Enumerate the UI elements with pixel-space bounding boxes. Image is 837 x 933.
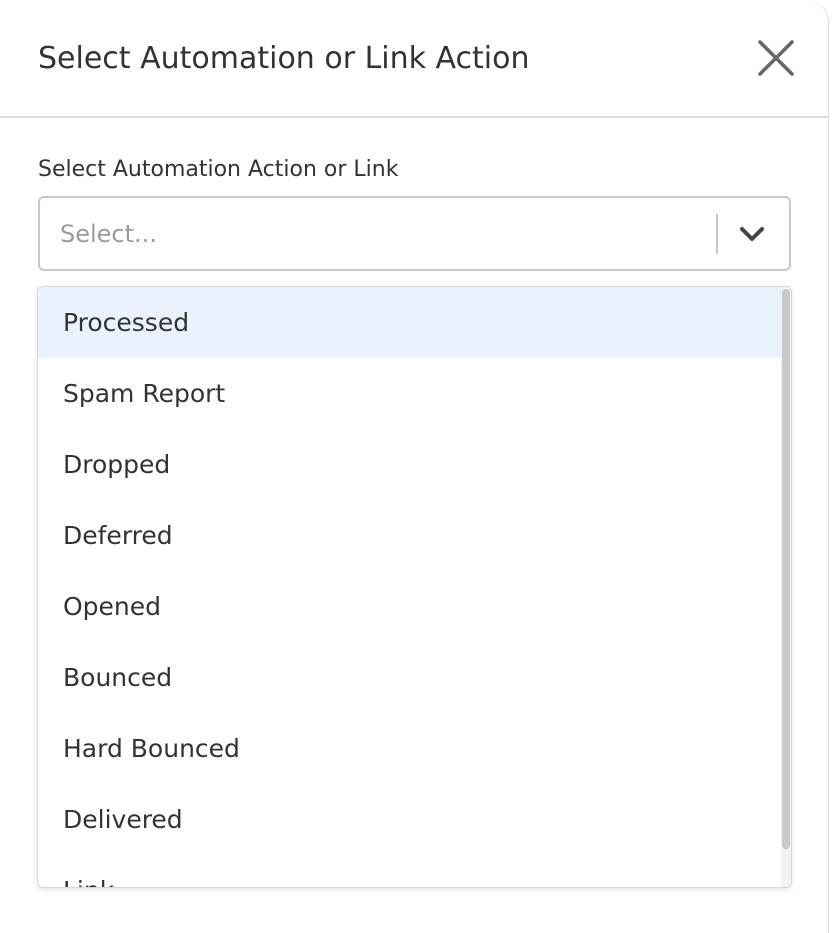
option-link[interactable]: Link (38, 855, 781, 887)
option-deferred[interactable]: Deferred (38, 500, 781, 571)
close-icon (758, 40, 794, 76)
chevron-down-icon (740, 227, 764, 241)
dialog-header: Select Automation or Link Action (0, 0, 829, 118)
close-button[interactable] (752, 36, 798, 82)
dropdown-toggle[interactable] (737, 221, 767, 247)
option-opened[interactable]: Opened (38, 571, 781, 642)
option-processed[interactable]: Processed (38, 287, 781, 358)
option-list: Processed Spam Report Dropped Deferred Opene… (38, 287, 781, 887)
field-label: Select Automation Action or Link (38, 157, 399, 182)
dropdown-menu: Processed Spam Report Dropped Deferred Opene… (37, 286, 792, 888)
menu-scrollbar[interactable] (781, 287, 791, 887)
option-delivered[interactable]: Delivered (38, 784, 781, 855)
option-hard-bounced[interactable]: Hard Bounced (38, 713, 781, 784)
option-dropped[interactable]: Dropped (38, 429, 781, 500)
scrollbar-thumb[interactable] (782, 289, 790, 849)
option-spam-report[interactable]: Spam Report (38, 358, 781, 429)
select-divider (716, 214, 718, 254)
dialog-panel: Select Automation or Link Action Select … (0, 0, 829, 933)
dialog-title: Select Automation or Link Action (38, 41, 530, 76)
option-bounced[interactable]: Bounced (38, 642, 781, 713)
automation-action-select[interactable]: Select... (38, 196, 791, 271)
select-placeholder: Select... (60, 220, 157, 248)
